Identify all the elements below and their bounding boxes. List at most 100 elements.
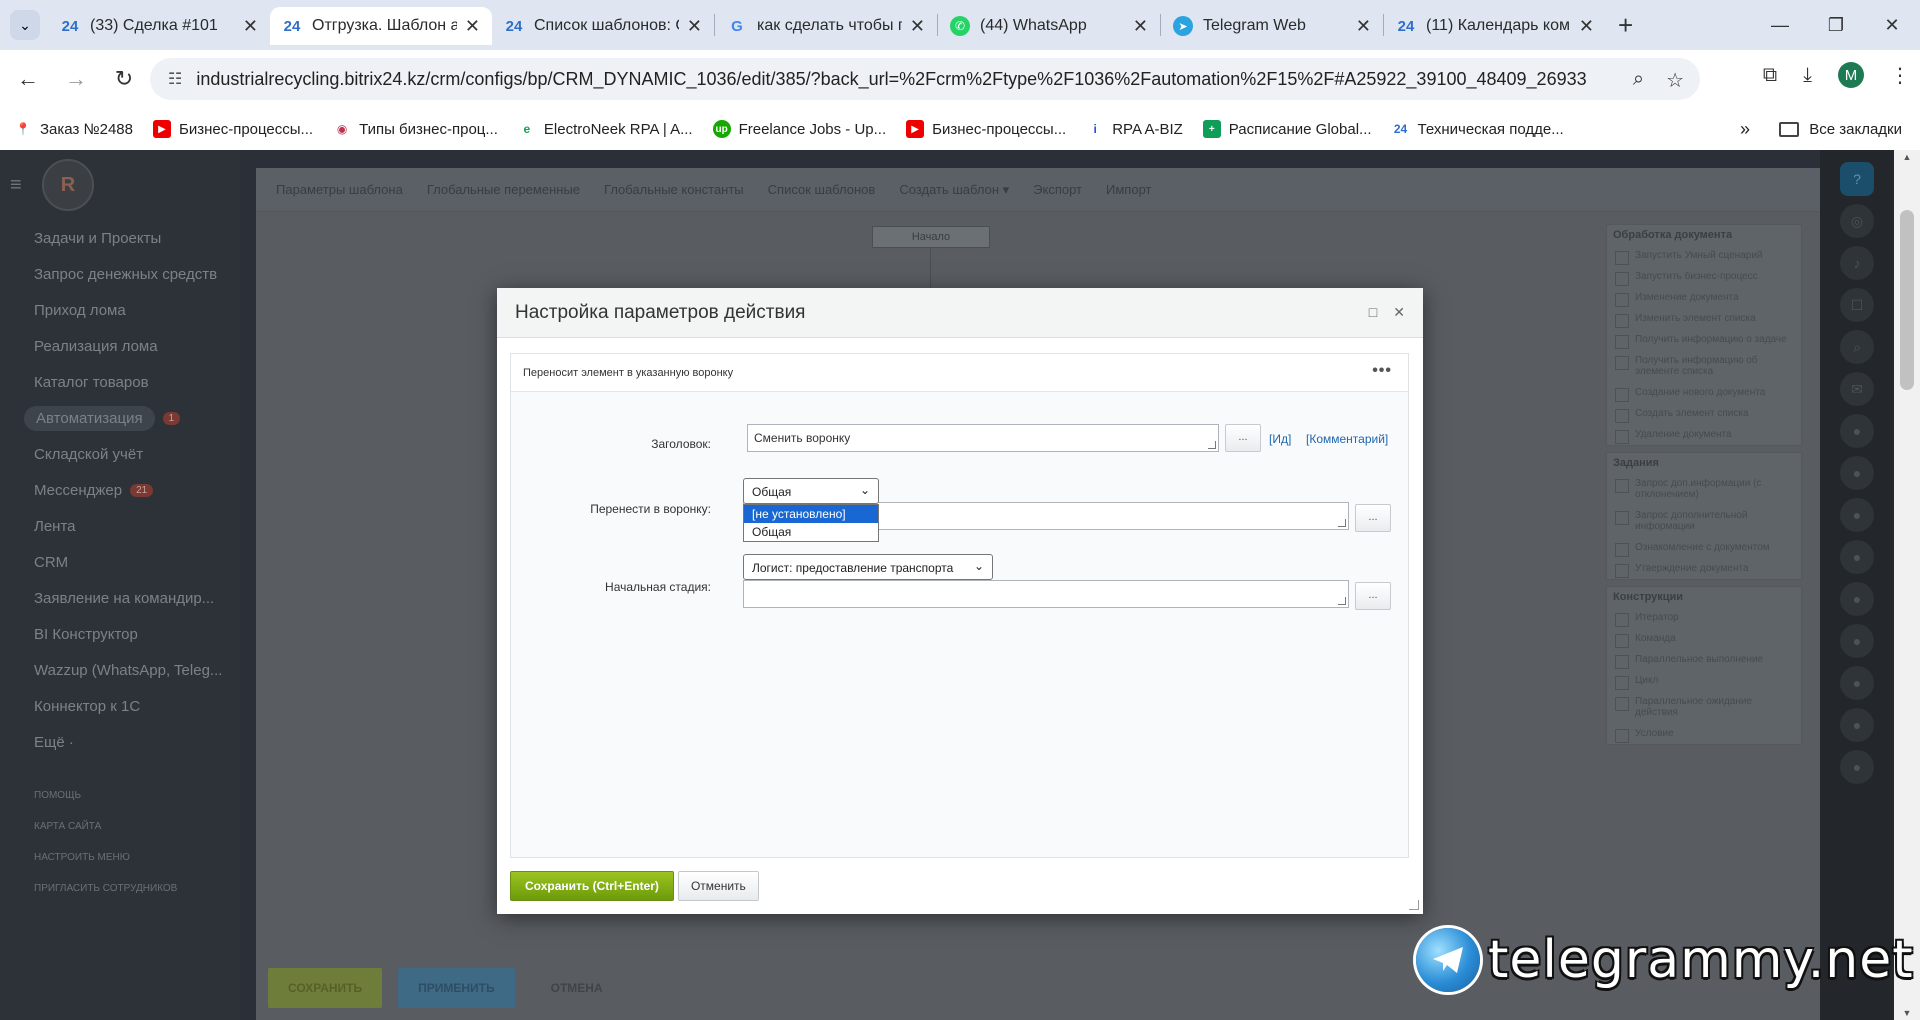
maximize-icon[interactable]: □	[1369, 304, 1377, 321]
activity-item[interactable]: Удаление документа	[1607, 424, 1801, 445]
contact-avatar-6-icon[interactable]: ●	[1840, 624, 1874, 658]
page-scrollbar[interactable]: ▲ ▼	[1894, 150, 1920, 1020]
activity-item[interactable]: Изменить элемент списка	[1607, 308, 1801, 329]
designer-toolbar-item[interactable]: Экспорт	[1033, 182, 1082, 197]
designer-toolbar-item[interactable]: Импорт	[1106, 182, 1151, 197]
back-button[interactable]: ←	[8, 66, 48, 92]
resize-handle-icon[interactable]	[1338, 519, 1346, 527]
sidebar-item[interactable]: Реализация лома	[34, 328, 240, 364]
tab-close-icon[interactable]: ✕	[1133, 16, 1148, 37]
sidebar-item[interactable]: Мессенджер 21	[34, 472, 240, 508]
designer-toolbar-item[interactable]: Создать шаблон ▾	[899, 182, 1009, 198]
all-bookmarks-button[interactable]: Все закладки	[1779, 121, 1902, 138]
reload-button[interactable]: ↻	[104, 66, 144, 92]
tab-close-icon[interactable]: ✕	[910, 16, 925, 37]
bookmark-item[interactable]: 📍 Заказ №2488	[14, 120, 133, 138]
activity-group-title[interactable]: Обработка документа	[1607, 225, 1801, 245]
designer-save-button[interactable]: СОХРАНИТЬ	[268, 968, 383, 1008]
browser-menu-icon[interactable]: ⋮	[1890, 63, 1910, 88]
contact-avatar-5-icon[interactable]: ●	[1840, 582, 1874, 616]
activity-item[interactable]: Запрос доп.информации (с отклонением)	[1607, 473, 1801, 505]
activity-item[interactable]: Запустить Умный сценарий	[1607, 245, 1801, 266]
funnel-picker-button[interactable]: ...	[1355, 504, 1391, 532]
bookmark-item[interactable]: up Freelance Jobs - Up...	[712, 120, 886, 138]
extensions-icon[interactable]: ⧉	[1763, 64, 1777, 87]
activity-item[interactable]: Получить информацию об элементе списка	[1607, 350, 1801, 382]
designer-cancel-button[interactable]: ОТМЕНА	[531, 968, 623, 1008]
sidebar-item[interactable]: Складской учёт	[34, 436, 240, 472]
sidebar-item[interactable]: Автоматизация 1	[24, 400, 240, 436]
sidebar-item[interactable]: Запрос денежных средств	[34, 256, 240, 292]
more-menu-icon[interactable]: •••	[1372, 362, 1392, 380]
notifications-icon[interactable]: ♪	[1840, 246, 1874, 280]
bookmarks-overflow-button[interactable]: »	[1740, 119, 1750, 140]
scroll-down-arrow-icon[interactable]: ▼	[1894, 1008, 1920, 1018]
sidebar-footer-link[interactable]: Карта сайта	[34, 821, 240, 852]
contact-avatar-4-icon[interactable]: ●	[1840, 540, 1874, 574]
comment-link[interactable]: [Комментарий]	[1306, 432, 1388, 446]
sidebar-item[interactable]: Заявление на командир...	[34, 580, 240, 616]
contact-avatar-2-icon[interactable]: ●	[1840, 456, 1874, 490]
profile-avatar[interactable]: M	[1838, 62, 1864, 88]
sidebar-item[interactable]: Приход лома	[34, 292, 240, 328]
funnel-option-general[interactable]: Общая	[744, 523, 878, 541]
browser-tab[interactable]: 24 Список шаблонов: С ✕	[492, 7, 714, 45]
activity-item[interactable]: Запустить бизнес-процесс	[1607, 266, 1801, 287]
scroll-up-arrow-icon[interactable]: ▲	[1894, 152, 1920, 162]
activity-item[interactable]: Создание нового документа	[1607, 382, 1801, 403]
company-logo[interactable]: R	[42, 159, 94, 211]
designer-toolbar-item[interactable]: Глобальные переменные	[427, 182, 580, 197]
bookmark-item[interactable]: 24 Техническая подде...	[1392, 120, 1564, 138]
bookmark-star-icon[interactable]: ☆	[1666, 68, 1684, 93]
tab-close-icon[interactable]: ✕	[465, 16, 480, 37]
sidebar-item[interactable]: Коннектор к 1С	[34, 688, 240, 724]
minimize-button[interactable]: —	[1752, 15, 1808, 36]
new-tab-button[interactable]: +	[1618, 10, 1633, 41]
browser-tab[interactable]: Gкак сделать чтобы п ✕	[715, 7, 937, 45]
tab-search-button[interactable]: ⌄	[10, 10, 40, 40]
funnel-option-not-set[interactable]: [не установлено]	[744, 505, 878, 523]
activity-item[interactable]: Утверждение документа	[1607, 558, 1801, 579]
activity-item[interactable]: Параллельное ожидание действия	[1607, 691, 1801, 723]
url-text[interactable]: industrialrecycling.bitrix24.kz/crm/conf…	[196, 69, 1586, 90]
contact-avatar-1-icon[interactable]: ●	[1840, 414, 1874, 448]
close-icon[interactable]: ✕	[1393, 304, 1405, 321]
resize-handle-icon[interactable]	[1338, 597, 1346, 605]
activity-item[interactable]: Запрос дополнительной информации	[1607, 505, 1801, 537]
tab-close-icon[interactable]: ✕	[1356, 16, 1371, 37]
sidebar-item[interactable]: CRM	[34, 544, 240, 580]
browser-tab[interactable]: 24 Отгрузка. Шаблон ав ✕	[270, 7, 492, 45]
bookmark-item[interactable]: e ElectroNeek RPA | A...	[518, 120, 693, 138]
funnel-select[interactable]: Общая ⌄	[743, 478, 879, 504]
sidebar-item[interactable]: BI Конструктор	[34, 616, 240, 652]
browser-tab[interactable]: ✆ (44) WhatsApp ✕	[938, 7, 1160, 45]
sidebar-item[interactable]: Лента	[34, 508, 240, 544]
activity-item[interactable]: Цикл	[1607, 670, 1801, 691]
sidebar-item[interactable]: Задачи и Проекты	[34, 220, 240, 256]
url-bar[interactable]: ☷ industrialrecycling.bitrix24.kz/crm/co…	[150, 58, 1700, 100]
activity-item[interactable]: Итератор	[1607, 607, 1801, 628]
tab-close-icon[interactable]: ✕	[243, 16, 258, 37]
cancel-button[interactable]: Отменить	[677, 871, 759, 901]
designer-apply-button[interactable]: ПРИМЕНИТЬ	[398, 968, 515, 1008]
activity-item[interactable]: Изменение документа	[1607, 287, 1801, 308]
designer-toolbar-item[interactable]: Параметры шаблона	[276, 182, 403, 197]
browser-tab[interactable]: ➤ Telegram Web ✕	[1161, 7, 1383, 45]
designer-toolbar-item[interactable]: Глобальные константы	[604, 182, 744, 197]
stage-text-field[interactable]	[743, 580, 1349, 608]
sidebar-footer-link[interactable]: Настроить меню	[34, 852, 240, 883]
copilot-icon[interactable]: ◎	[1840, 204, 1874, 238]
sidebar-item[interactable]: Каталог товаров	[34, 364, 240, 400]
id-link[interactable]: [Ид]	[1269, 432, 1291, 446]
contact-avatar-7-icon[interactable]: ●	[1840, 666, 1874, 700]
save-button[interactable]: Сохранить (Ctrl+Enter)	[510, 871, 674, 901]
bookmark-item[interactable]: ◉ Типы бизнес-проц...	[333, 120, 498, 138]
bookmark-item[interactable]: i RPA A-BIZ	[1086, 120, 1183, 138]
close-window-button[interactable]: ✕	[1864, 15, 1920, 36]
sidebar-item[interactable]: Wazzup (WhatsApp, Teleg...	[34, 652, 240, 688]
sidebar-item[interactable]: Ещё ·	[34, 724, 240, 760]
header-field[interactable]: Сменить воронку	[747, 424, 1219, 452]
header-field-picker-button[interactable]: ...	[1225, 424, 1261, 452]
sidebar-footer-link[interactable]: Помощь	[34, 790, 240, 821]
browser-tab[interactable]: 24 (33) Сделка #101 ✕	[48, 7, 270, 45]
